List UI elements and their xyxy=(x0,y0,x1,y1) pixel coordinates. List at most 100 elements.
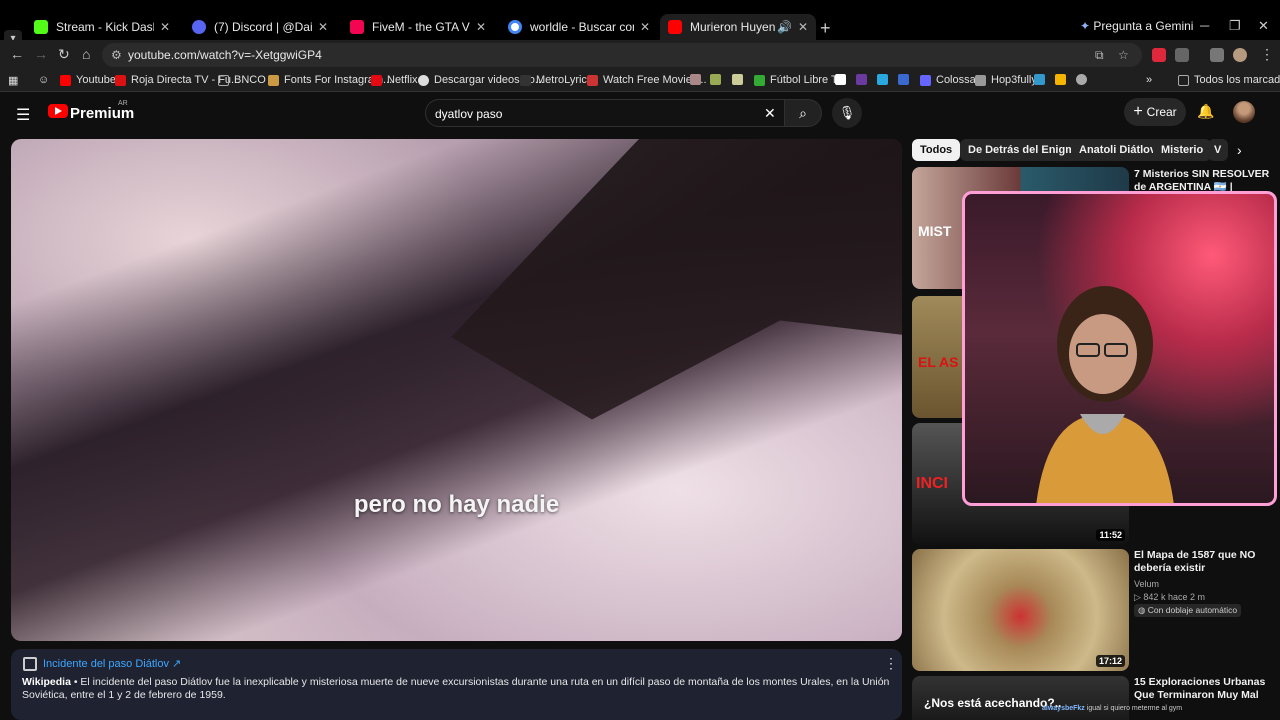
thumbnail-text: MIST xyxy=(918,223,952,239)
extra-bookmark-icon[interactable] xyxy=(898,74,914,85)
video-thumbnail[interactable]: ¿Nos está acechando?.. xyxy=(912,676,1129,720)
roja-directa-icon xyxy=(115,74,126,86)
fonts-icon xyxy=(268,74,279,86)
video-title[interactable]: 15 Exploraciones Urbanas Que Terminaron … xyxy=(1134,676,1270,702)
play-icon: ▷ xyxy=(1134,592,1144,602)
search-input[interactable]: dyatlov paso ✕ xyxy=(425,99,785,127)
extra-bookmark-icon[interactable] xyxy=(877,74,893,85)
video-player[interactable]: pero no hay nadie xyxy=(11,139,902,641)
restore-icon[interactable]: ❐ xyxy=(1229,18,1241,34)
youtube-logo-icon[interactable] xyxy=(48,104,68,118)
extra-bookmark-icon[interactable] xyxy=(835,74,851,85)
browser-tab-active[interactable]: Murieron Huyendo de Algo 🔊 ✕ xyxy=(660,14,816,40)
extra-bookmark-icon[interactable] xyxy=(732,74,748,85)
browser-tab[interactable]: (7) Discord | @Daiii ✕ xyxy=(184,14,336,40)
extra-bookmark-icon[interactable] xyxy=(1055,74,1071,85)
account-avatar[interactable] xyxy=(1233,101,1255,123)
minimize-icon[interactable]: ─ xyxy=(1200,18,1209,33)
bookmark-star-icon[interactable]: ☆ xyxy=(1118,48,1129,62)
close-tab-icon[interactable]: ✕ xyxy=(160,20,170,34)
channel-name[interactable]: Velum xyxy=(1134,579,1159,589)
notifications-bell-icon[interactable]: 🔔 xyxy=(1197,103,1214,120)
chip-misterio[interactable]: Misterio xyxy=(1153,139,1212,161)
more-bookmarks-icon[interactable]: » xyxy=(1146,74,1152,86)
reload-icon[interactable]: ↻ xyxy=(58,46,70,63)
apps-grid-icon[interactable]: ▦ xyxy=(8,74,18,87)
download-icon xyxy=(418,74,429,86)
chevron-right-icon[interactable]: › xyxy=(1237,142,1242,158)
search-button[interactable]: ⌕ xyxy=(784,99,822,127)
auto-dub-badge: ◍ Con doblaje automático xyxy=(1134,604,1242,617)
extension-icon[interactable] xyxy=(1152,48,1166,62)
gemini-button[interactable]: ✦ Pregunta a Gemini xyxy=(1080,19,1193,33)
chip-truncated[interactable]: V xyxy=(1208,139,1228,161)
extra-bookmark-icon[interactable] xyxy=(856,74,872,85)
chip-anatoli-diatlov[interactable]: Anatoli Diátlov xyxy=(1071,139,1165,161)
colossal-icon xyxy=(920,74,931,86)
folder-icon xyxy=(1178,74,1189,86)
browser-tab[interactable]: FiveM - the GTA V multiplayer ✕ xyxy=(342,14,494,40)
info-panel-link[interactable]: Incidente del paso Diátlov ↗ xyxy=(43,657,181,670)
video-thumbnail[interactable]: 17:12 xyxy=(912,549,1129,671)
kick-icon xyxy=(34,20,48,34)
extra-bookmark-icon[interactable] xyxy=(690,74,706,85)
address-bar[interactable]: ⚙ youtube.com/watch?v=-XetggwiGP4 ⧉ ☆ xyxy=(102,43,1142,67)
bookmark-item[interactable]: MetroLyrics xyxy=(520,74,592,86)
media-control-icon[interactable] xyxy=(1210,48,1224,62)
dub-icon: ◍ xyxy=(1138,605,1148,615)
back-icon[interactable]: ← xyxy=(10,46,24,62)
close-window-icon[interactable]: ✕ xyxy=(1258,18,1269,34)
hop3fully-icon xyxy=(975,74,986,86)
search-query: dyatlov paso xyxy=(435,107,503,121)
discord-icon xyxy=(192,20,206,34)
bookmark-item[interactable]: Fútbol Libre TV xyxy=(754,74,845,86)
browser-tab[interactable]: Stream - Kick Dashboard ✕ xyxy=(26,14,178,40)
browser-menu-icon[interactable]: ⋮ xyxy=(1260,46,1274,63)
close-tab-icon[interactable]: ✕ xyxy=(640,20,650,34)
extra-bookmark-icon[interactable] xyxy=(1034,74,1050,85)
webcam-overlay xyxy=(962,191,1277,506)
video-title[interactable]: El Mapa de 1587 que NO debería existir xyxy=(1134,549,1270,575)
all-bookmarks[interactable]: Todos los marcadores xyxy=(1178,74,1280,86)
close-tab-icon[interactable]: ✕ xyxy=(318,20,328,34)
bookmark-item[interactable]: Hop3fully xyxy=(975,74,1037,86)
extra-bookmark-icon[interactable] xyxy=(1076,74,1092,85)
bookmark-item[interactable]: Watch Free Movies... xyxy=(587,74,707,86)
emoji-bookmark-icon[interactable]: ☺ xyxy=(38,74,49,86)
video-subtitle: pero no hay nadie xyxy=(353,491,560,518)
chip-de-detras-del-enigma[interactable]: De Detrás del Enigma xyxy=(960,139,1090,161)
video-stats: ▷ 842 k hace 2 m xyxy=(1134,592,1205,602)
new-tab-button[interactable]: + xyxy=(820,18,831,39)
bookmark-item[interactable]: Netflix xyxy=(371,74,418,86)
video-duration: 17:12 xyxy=(1095,655,1125,667)
youtube-brand[interactable]: Premium xyxy=(70,105,134,122)
voice-search-button[interactable]: 🎙 xyxy=(832,98,862,128)
install-app-icon[interactable]: ⧉ xyxy=(1095,48,1104,63)
profile-avatar-icon[interactable] xyxy=(1233,48,1247,62)
google-icon xyxy=(508,20,522,34)
more-options-icon[interactable]: ⋮ xyxy=(884,655,898,672)
bookmark-item[interactable]: Colossal xyxy=(920,74,978,86)
webcam-chat-line: alwaysbeFkz igual si quiero meterme al g… xyxy=(1042,705,1183,712)
speaker-icon[interactable]: 🔊 xyxy=(777,20,792,34)
create-button[interactable]: + Crear xyxy=(1124,98,1186,126)
extensions-puzzle-icon[interactable] xyxy=(1175,48,1189,62)
clear-search-icon[interactable]: ✕ xyxy=(764,105,776,122)
site-info-icon[interactable]: ⚙ xyxy=(111,48,122,62)
forward-icon[interactable]: → xyxy=(34,46,48,62)
address-row: ← → ↻ ⌂ ⚙ youtube.com/watch?v=-XetggwiGP… xyxy=(0,40,1280,70)
browser-tab[interactable]: worldle - Buscar con Google ✕ xyxy=(500,14,658,40)
youtube-icon xyxy=(668,20,682,34)
chip-todos[interactable]: Todos xyxy=(912,139,961,161)
extra-bookmark-icon[interactable] xyxy=(710,74,726,85)
gemini-icon: ✦ xyxy=(1080,19,1094,33)
home-icon[interactable]: ⌂ xyxy=(82,46,90,62)
movies-icon xyxy=(587,74,598,86)
bookmark-item[interactable]: Youtube xyxy=(60,74,116,86)
search-icon: ⌕ xyxy=(799,105,807,121)
bookmark-item[interactable]: BNCO xyxy=(218,74,266,86)
close-tab-icon[interactable]: ✕ xyxy=(476,20,486,34)
close-tab-icon[interactable]: ✕ xyxy=(798,20,808,34)
fivem-icon xyxy=(350,20,364,34)
hamburger-menu-icon[interactable]: ☰ xyxy=(16,105,30,125)
